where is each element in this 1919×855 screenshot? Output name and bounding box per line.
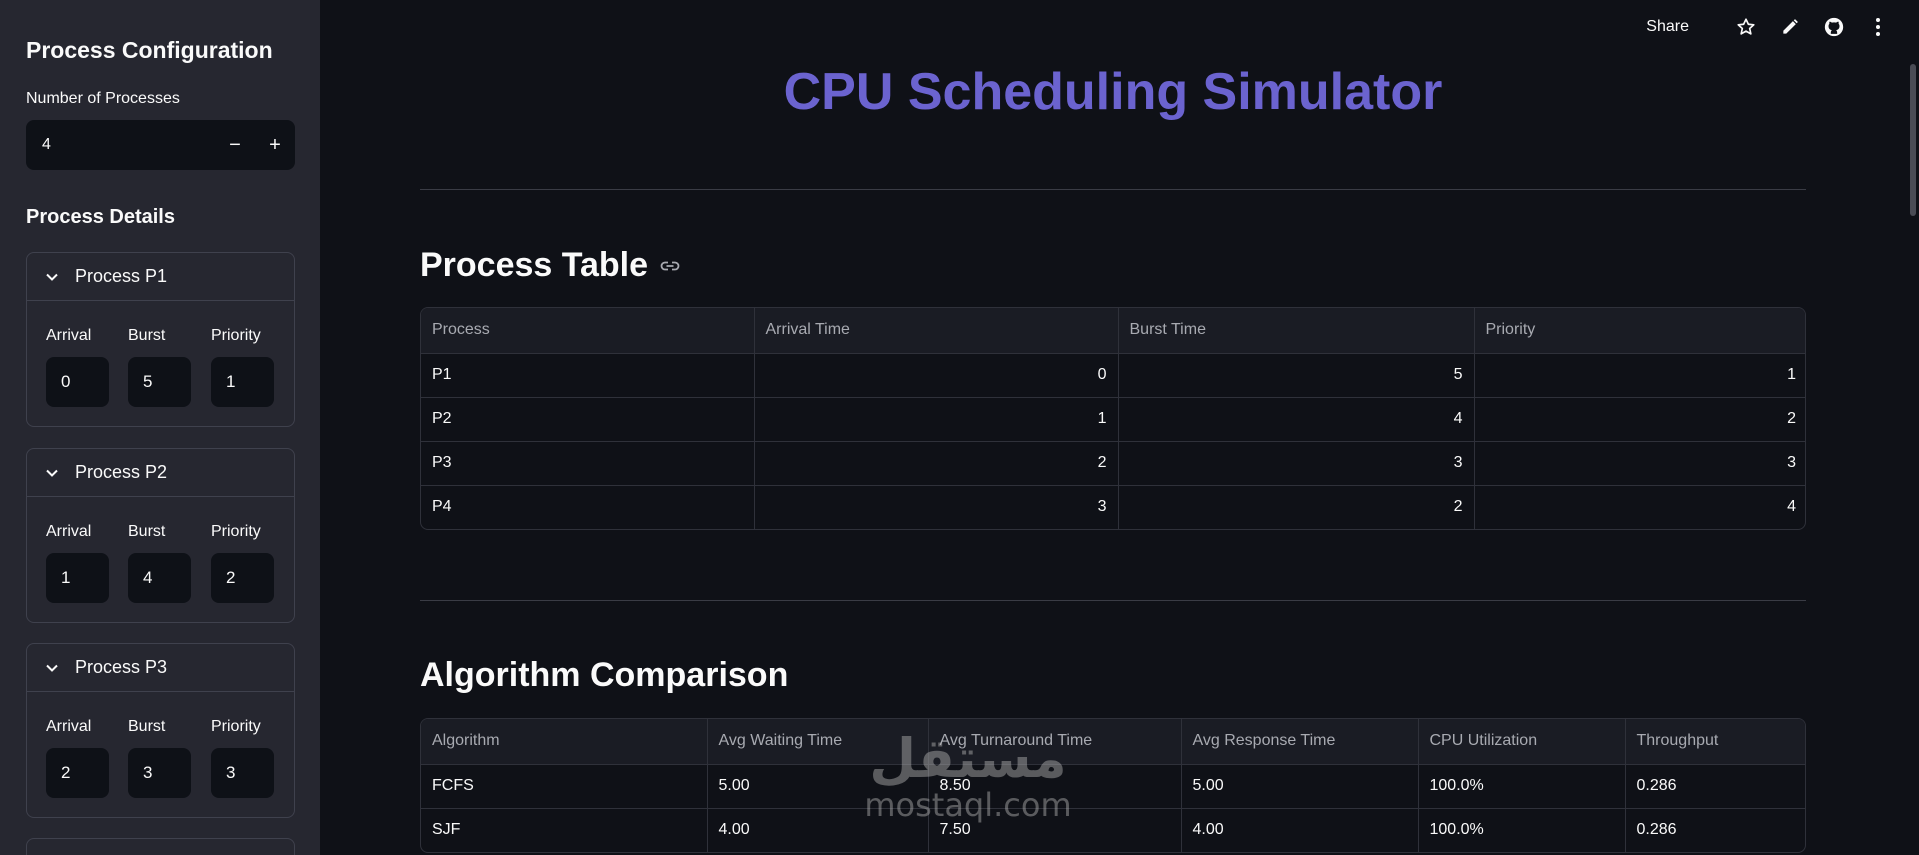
algorithm-comparison-heading-text: Algorithm Comparison: [420, 656, 789, 694]
column-header[interactable]: Arrival Time: [754, 308, 1119, 354]
table-cell[interactable]: 5: [1118, 353, 1475, 398]
table-row[interactable]: P3 2 3 3: [421, 441, 1805, 486]
burst-label: Burst: [128, 523, 166, 540]
table-cell[interactable]: 100.0%: [1418, 764, 1626, 809]
chevron-down-icon: [46, 469, 58, 477]
chevron-down-icon: [46, 273, 58, 281]
table-cell[interactable]: 2: [754, 441, 1119, 486]
priority-input[interactable]: 3: [211, 748, 274, 798]
burst-input[interactable]: 3: [128, 748, 191, 798]
table-row[interactable]: P1 0 5 1: [421, 353, 1805, 398]
more-vert-icon[interactable]: [1867, 16, 1889, 38]
arrival-input[interactable]: 1: [46, 553, 109, 603]
link-icon[interactable]: [658, 254, 682, 278]
process-table-heading: Process Table: [420, 246, 682, 285]
decrement-button[interactable]: −: [215, 120, 255, 170]
table-cell[interactable]: 4: [1474, 485, 1805, 529]
column-header[interactable]: Algorithm: [421, 719, 708, 765]
table-cell[interactable]: 4.00: [1181, 808, 1419, 852]
column-header[interactable]: CPU Utilization: [1418, 719, 1626, 765]
sidebar: Process Configuration Number of Processe…: [0, 0, 320, 855]
github-icon[interactable]: [1823, 16, 1845, 38]
burst-label: Burst: [128, 327, 166, 344]
process-expander-p3: Process P3 Arrival Burst Priority 2 3 3: [26, 643, 295, 818]
table-cell[interactable]: 4: [1118, 397, 1475, 442]
table-row[interactable]: SJF 4.00 7.50 4.00 100.0% 0.286: [421, 808, 1805, 852]
table-cell[interactable]: 1: [754, 397, 1119, 442]
priority-label: Priority: [211, 327, 261, 344]
algorithm-comparison-heading: Algorithm Comparison: [420, 656, 788, 695]
table-cell[interactable]: 3: [1474, 441, 1805, 486]
table-cell[interactable]: P2: [421, 397, 755, 442]
table-cell[interactable]: P1: [421, 353, 755, 398]
table-cell[interactable]: 0.286: [1625, 808, 1805, 852]
table-cell[interactable]: 0.286: [1625, 764, 1805, 809]
comparison-table[interactable]: Algorithm Avg Waiting Time Avg Turnaround …: [420, 718, 1806, 853]
burst-label: Burst: [128, 718, 166, 735]
watermark-logo: مستقل mostaql.com: [848, 727, 1088, 824]
table-cell[interactable]: 5.00: [1181, 764, 1419, 809]
sidebar-title: Process Configuration: [26, 37, 273, 63]
divider: [420, 600, 1806, 601]
process-expander-p2: Process P2 Arrival Burst Priority 1 4 2: [26, 448, 295, 623]
share-button[interactable]: Share: [1646, 18, 1689, 36]
expander-header[interactable]: Process P3: [27, 644, 294, 692]
process-expander-p4[interactable]: [26, 838, 295, 855]
table-cell[interactable]: P4: [421, 485, 755, 529]
arrival-label: Arrival: [46, 718, 92, 735]
table-cell[interactable]: 1: [1474, 353, 1805, 398]
expander-title: Process P1: [75, 266, 168, 286]
table-row[interactable]: FCFS 5.00 8.50 5.00 100.0% 0.286: [421, 764, 1805, 809]
arrival-input[interactable]: 0: [46, 357, 109, 407]
table-cell[interactable]: P3: [421, 441, 755, 486]
process-table[interactable]: Process Arrival Time Burst Time Priority P1…: [420, 307, 1806, 530]
expander-title: Process P3: [75, 657, 168, 677]
num-processes-value[interactable]: 4: [26, 136, 215, 154]
arrival-label: Arrival: [46, 523, 92, 540]
watermark-site-text: mostaql.com: [864, 786, 1072, 824]
star-icon[interactable]: [1735, 16, 1757, 38]
priority-input[interactable]: 1: [211, 357, 274, 407]
arrival-label: Arrival: [46, 327, 92, 344]
table-cell[interactable]: FCFS: [421, 764, 708, 809]
burst-input[interactable]: 5: [128, 357, 191, 407]
priority-label: Priority: [211, 718, 261, 735]
table-row[interactable]: P4 3 2 4: [421, 485, 1805, 529]
divider: [420, 189, 1806, 190]
table-cell[interactable]: SJF: [421, 808, 708, 852]
scrollbar[interactable]: [1910, 64, 1916, 216]
table-cell[interactable]: 2: [1118, 485, 1475, 529]
column-header[interactable]: Throughput: [1625, 719, 1805, 765]
process-details-title: Process Details: [26, 206, 175, 228]
expander-header[interactable]: Process P2: [27, 449, 294, 497]
burst-input[interactable]: 4: [128, 553, 191, 603]
increment-button[interactable]: +: [255, 120, 295, 170]
column-header[interactable]: Avg Response Time: [1181, 719, 1419, 765]
chevron-down-icon: [46, 664, 58, 672]
process-table-heading-text: Process Table: [420, 246, 649, 284]
arrival-input[interactable]: 2: [46, 748, 109, 798]
toolbar: Share: [1646, 16, 1889, 38]
expander-header[interactable]: Process P1: [27, 253, 294, 301]
column-header[interactable]: Priority: [1474, 308, 1805, 354]
column-header[interactable]: Burst Time: [1118, 308, 1475, 354]
priority-label: Priority: [211, 523, 261, 540]
num-processes-label: Number of Processes: [26, 90, 180, 107]
table-cell[interactable]: 100.0%: [1418, 808, 1626, 852]
page-title: CPU Scheduling Simulator: [783, 63, 1443, 121]
priority-input[interactable]: 2: [211, 553, 274, 603]
watermark-logo-text: مستقل: [869, 727, 1067, 790]
pencil-icon[interactable]: [1779, 16, 1801, 38]
table-cell[interactable]: 3: [1118, 441, 1475, 486]
table-row[interactable]: P2 1 4 2: [421, 397, 1805, 442]
expander-title: Process P2: [75, 462, 168, 482]
column-header[interactable]: Process: [421, 308, 755, 354]
table-cell[interactable]: 3: [754, 485, 1119, 529]
num-processes-input[interactable]: 4 − +: [26, 120, 295, 170]
table-cell[interactable]: 2: [1474, 397, 1805, 442]
process-expander-p1: Process P1 Arrival Burst Priority 0 5 1: [26, 252, 295, 427]
table-cell[interactable]: 0: [754, 353, 1119, 398]
